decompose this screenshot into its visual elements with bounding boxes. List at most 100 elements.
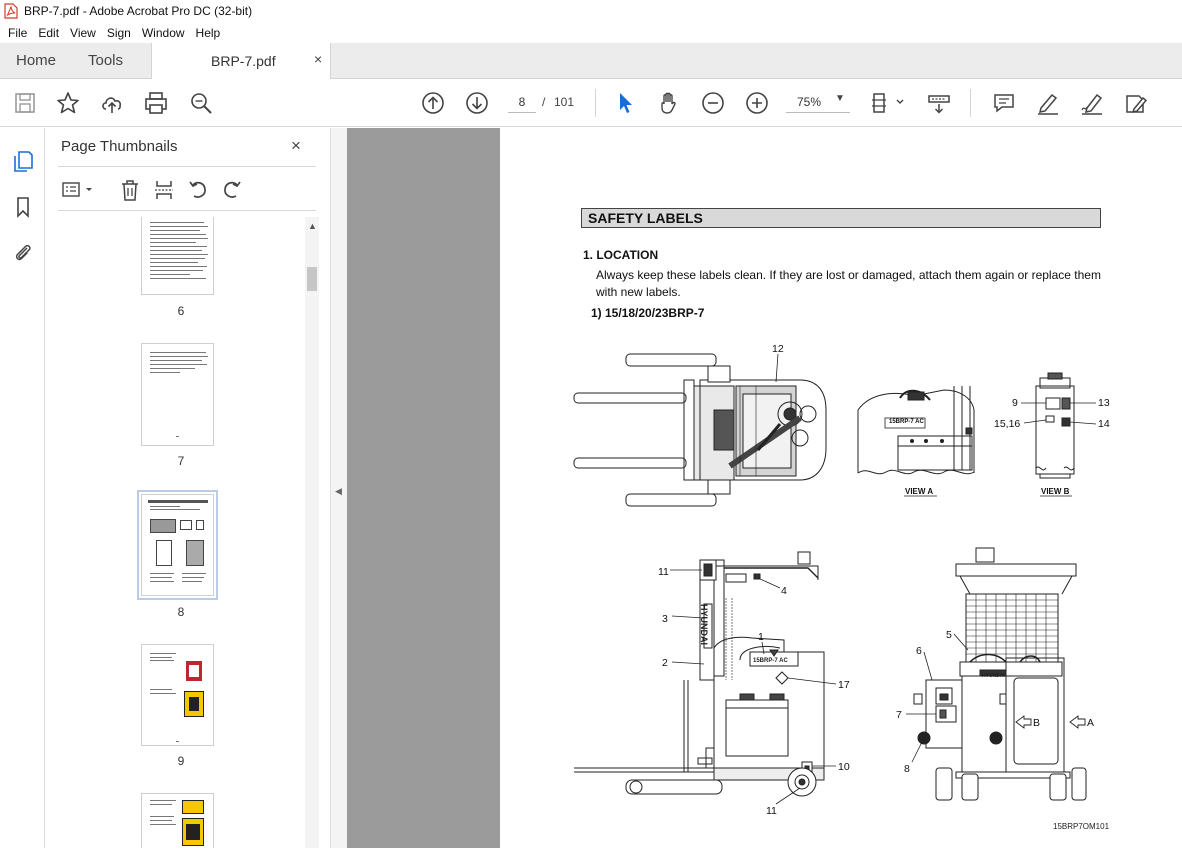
scroll-mode-icon[interactable] — [926, 90, 952, 116]
page-down-icon[interactable] — [464, 90, 490, 116]
scrollbar-thumb[interactable] — [307, 267, 317, 291]
fit-page-icon[interactable] — [870, 90, 906, 116]
callout-1: 1 — [758, 631, 764, 643]
tab-close-icon[interactable]: × — [314, 51, 322, 67]
thumbnail-page-10[interactable] — [141, 793, 214, 848]
mast-brand-text: HYUNDAI — [699, 604, 709, 645]
callout-17: 17 — [838, 679, 850, 691]
view-a-drawing — [857, 386, 975, 475]
highlight-icon[interactable] — [1035, 90, 1061, 116]
print-icon[interactable] — [143, 90, 169, 116]
panel-close-icon[interactable]: × — [291, 136, 301, 156]
callout-3: 3 — [662, 613, 668, 625]
thumbnail-page-number: 7 — [177, 454, 185, 468]
title-bar: BRP-7.pdf - Adobe Acrobat Pro DC (32-bit… — [0, 0, 1182, 22]
zoom-value: 75% — [797, 95, 822, 109]
collapse-arrow-icon: ◀ — [335, 486, 342, 496]
callout-6: 6 — [916, 645, 922, 657]
window-title: BRP-7.pdf - Adobe Acrobat Pro DC (32-bit… — [24, 4, 253, 18]
navigation-rail — [0, 128, 45, 848]
callout-15-16: 15,16 — [994, 418, 1020, 430]
menu-sign[interactable]: Sign — [102, 26, 136, 40]
scroll-up-icon[interactable]: ▲ — [308, 221, 317, 231]
view-b-caption: VIEW B — [1041, 487, 1070, 496]
view-b-arrow-icon — [1015, 715, 1032, 729]
callout-2: 2 — [662, 657, 668, 669]
toolbar-divider — [970, 89, 971, 117]
page-thumbnails-icon[interactable] — [10, 148, 36, 174]
menu-file[interactable]: File — [3, 26, 32, 40]
menu-view[interactable]: View — [65, 26, 101, 40]
chevron-down-icon: ▼ — [835, 93, 845, 104]
thumbnail-options-icon[interactable] — [61, 178, 95, 202]
acrobat-app-icon — [4, 3, 18, 19]
tab-home[interactable]: Home — [16, 43, 56, 79]
callout-5: 5 — [946, 629, 952, 641]
tab-document[interactable]: BRP-7.pdf × — [151, 43, 331, 80]
rotate-right-icon[interactable] — [220, 178, 244, 202]
thumbnail-page-6[interactable] — [141, 217, 214, 295]
thumbnail-page-number: 8 — [177, 605, 185, 619]
callout-10: 10 — [838, 761, 850, 773]
pdf-page: SAFETY LABELS 1. LOCATION Always keep th… — [500, 128, 1182, 848]
menu-edit[interactable]: Edit — [33, 26, 64, 40]
tab-tools[interactable]: Tools — [88, 43, 123, 79]
callout-14: 14 — [1098, 418, 1110, 430]
page-number-input[interactable] — [508, 91, 536, 113]
thumbnail-list: 6 7 8 9 — [58, 217, 304, 848]
zoom-search-icon[interactable] — [188, 90, 214, 116]
callout-9: 9 — [1012, 397, 1018, 409]
thumbnail-page-8[interactable] — [137, 490, 218, 600]
callout-13: 13 — [1098, 397, 1110, 409]
callout-11-top: 11 — [658, 566, 669, 578]
fill-sign-icon[interactable] — [1123, 90, 1149, 116]
thumbnails-panel: Page Thumbnails × 6 7 8 9 ▲ — [45, 128, 330, 848]
rotate-left-icon[interactable] — [186, 178, 210, 202]
page-separator: / — [542, 95, 546, 109]
extract-page-icon[interactable] — [152, 178, 176, 202]
rear-view-brand-text: HYUNDAI — [982, 673, 1005, 679]
hand-icon[interactable] — [656, 90, 682, 116]
thumbnail-page-9[interactable] — [141, 644, 214, 746]
zoom-in-icon[interactable] — [744, 90, 770, 116]
tab-document-label: BRP-7.pdf — [211, 53, 276, 69]
zoom-out-icon[interactable] — [700, 90, 726, 116]
menu-bar: File Edit View Sign Window Help — [0, 22, 1182, 43]
view-a-arrow-icon — [1069, 715, 1086, 729]
upload-icon[interactable] — [99, 90, 125, 116]
panel-divider — [58, 210, 316, 211]
collapse-panel-handle[interactable]: ◀ — [330, 128, 347, 848]
callout-11-bottom: 11 — [766, 805, 777, 817]
callout-12: 12 — [772, 343, 784, 355]
delete-page-icon[interactable] — [118, 178, 142, 202]
figure-reference: 15BRP7OM101 — [1053, 822, 1110, 831]
view-a-caption: VIEW A — [905, 487, 933, 496]
callout-7: 7 — [896, 709, 902, 721]
view-b-arrow-label: B — [1033, 717, 1040, 729]
callout-4: 4 — [781, 585, 787, 597]
attachment-icon[interactable] — [10, 240, 36, 266]
bookmark-icon[interactable] — [10, 194, 36, 220]
side-view-model-badge: 15BRP-7 AC — [753, 658, 788, 664]
document-viewport[interactable]: SAFETY LABELS 1. LOCATION Always keep th… — [347, 128, 1182, 848]
comment-icon[interactable] — [991, 90, 1017, 116]
safety-labels-figure: 12 VIEW A 15BRP-7 AC 9 13 15,16 14 VIEW … — [573, 343, 1110, 817]
tab-bar: Home Tools BRP-7.pdf × — [0, 43, 1182, 80]
panel-title: Page Thumbnails — [61, 138, 178, 155]
callout-8: 8 — [904, 763, 910, 775]
menu-help[interactable]: Help — [191, 26, 226, 40]
view-a-arrow-label: A — [1087, 717, 1094, 729]
select-arrow-icon[interactable] — [612, 90, 638, 116]
thumbnail-scrollbar[interactable]: ▲ — [305, 217, 319, 848]
menu-window[interactable]: Window — [137, 26, 190, 40]
thumbnail-page-7[interactable] — [141, 343, 214, 446]
save-icon[interactable] — [12, 90, 38, 116]
zoom-dropdown[interactable]: 75% ▼ — [786, 91, 850, 113]
sign-icon[interactable] — [1079, 90, 1105, 116]
view-b-drawing — [1035, 372, 1075, 479]
page-up-icon[interactable] — [420, 90, 446, 116]
panel-divider — [58, 166, 316, 167]
star-icon[interactable] — [55, 90, 81, 116]
total-pages: 101 — [554, 95, 575, 109]
thumbnail-page-number: 9 — [177, 754, 185, 768]
